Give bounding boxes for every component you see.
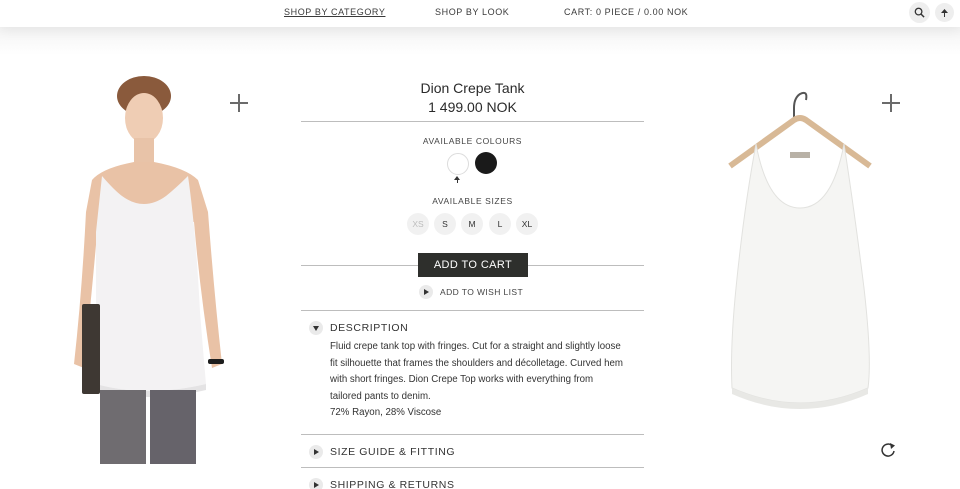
product-price: 1 499.00 NOK <box>428 99 517 115</box>
add-to-cart-button[interactable]: ADD TO CART <box>418 253 528 277</box>
description-title: DESCRIPTION <box>330 322 409 334</box>
arrow-up-icon <box>941 8 948 17</box>
chevron-right-icon <box>309 478 323 489</box>
available-colours-label: AVAILABLE COLOURS <box>422 136 523 146</box>
divider <box>301 121 644 122</box>
scroll-up-button[interactable] <box>935 3 954 22</box>
model-photo[interactable] <box>62 72 234 464</box>
divider <box>301 310 644 311</box>
nav-cart[interactable]: CART: 0 PIECE / 0.00 NOK <box>564 7 688 17</box>
description-text: Fluid crepe tank top with fringes. Cut f… <box>330 339 642 422</box>
selected-colour-indicator-icon <box>454 176 460 183</box>
colour-swatch-white[interactable] <box>447 153 469 175</box>
shipping-accordion-header[interactable]: SHIPPING & RETURNS <box>309 477 455 489</box>
zoom-plus-icon[interactable] <box>230 94 248 112</box>
description-accordion-header[interactable]: DESCRIPTION <box>309 320 408 336</box>
rotate-icon[interactable] <box>879 441 897 459</box>
hanger-photo[interactable] <box>722 88 878 424</box>
search-icon <box>914 7 925 18</box>
description-line: tailored pants to denim. <box>330 390 431 402</box>
size-guide-title: SIZE GUIDE & FITTING <box>330 446 456 458</box>
available-sizes-label: AVAILABLE SIZES <box>432 196 513 206</box>
description-line: 72% Rayon, 28% Viscose <box>330 407 442 419</box>
add-to-wish-list-link[interactable]: ADD TO WISH LIST <box>419 285 523 299</box>
size-option-s[interactable]: S <box>434 213 456 235</box>
product-title: Dion Crepe Tank <box>420 80 525 96</box>
size-option-m[interactable]: M <box>461 213 483 235</box>
plus-icon <box>419 285 433 299</box>
colour-swatch-black[interactable] <box>475 152 497 174</box>
description-line: with short fringes. Dion Crepe Top works… <box>330 374 594 386</box>
top-navigation: SHOP BY CATEGORY SHOP BY LOOK CART: 0 PI… <box>0 0 960 27</box>
search-button[interactable] <box>909 2 930 23</box>
chevron-right-icon <box>309 445 323 459</box>
size-option-l[interactable]: L <box>489 213 511 235</box>
shipping-title: SHIPPING & RETURNS <box>330 479 455 489</box>
size-option-xs[interactable]: XS <box>407 213 429 235</box>
nav-shop-by-look[interactable]: SHOP BY LOOK <box>435 7 509 17</box>
header-shadow-band <box>0 27 960 55</box>
zoom-plus-icon[interactable] <box>882 94 900 112</box>
description-line: fit silhouette that frames the shoulders… <box>330 357 623 369</box>
size-option-xl[interactable]: XL <box>516 213 538 235</box>
description-line: Fluid crepe tank top with fringes. Cut f… <box>330 341 621 352</box>
chevron-down-icon <box>309 321 323 335</box>
divider <box>301 434 644 435</box>
wish-list-label: ADD TO WISH LIST <box>440 287 524 297</box>
size-guide-accordion-header[interactable]: SIZE GUIDE & FITTING <box>309 444 455 460</box>
nav-shop-by-category[interactable]: SHOP BY CATEGORY <box>284 7 385 17</box>
divider <box>301 467 644 468</box>
